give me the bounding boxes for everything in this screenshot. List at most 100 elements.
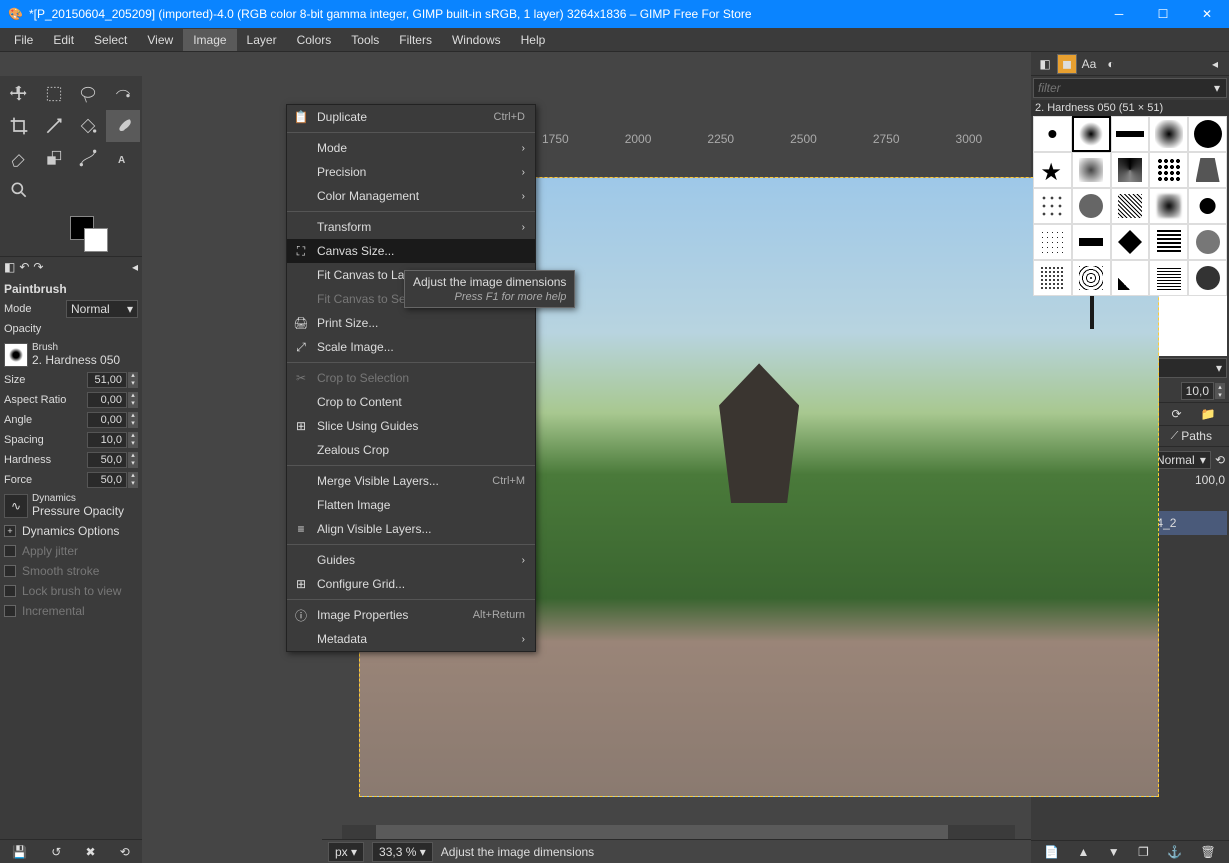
menu-item[interactable]: ⊞Configure Grid... bbox=[287, 572, 535, 596]
brush-item[interactable] bbox=[1033, 224, 1072, 260]
menu-colors[interactable]: Colors bbox=[287, 29, 342, 51]
brush-item[interactable]: ★ bbox=[1033, 152, 1072, 188]
hardness-value[interactable]: 50,0 bbox=[87, 452, 127, 468]
tab-fonts-icon[interactable]: Aa bbox=[1079, 54, 1099, 74]
horizontal-scrollbar[interactable] bbox=[342, 825, 1015, 839]
smooth-checkbox[interactable] bbox=[4, 565, 16, 577]
crop-tool[interactable] bbox=[2, 110, 37, 142]
menu-item[interactable]: Merge Visible Layers...Ctrl+M bbox=[287, 469, 535, 493]
maximize-button[interactable]: ☐ bbox=[1141, 0, 1185, 28]
menu-icon[interactable]: ◂ bbox=[132, 260, 138, 274]
rect-select-tool[interactable] bbox=[37, 78, 72, 110]
lower-layer-icon[interactable]: ▼ bbox=[1108, 845, 1120, 859]
brush-item[interactable] bbox=[1033, 116, 1072, 152]
layer-mode-select[interactable]: Normal▾ bbox=[1151, 451, 1211, 469]
brush-item[interactable] bbox=[1188, 224, 1227, 260]
menu-item[interactable]: Color Management› bbox=[287, 184, 535, 208]
menu-edit[interactable]: Edit bbox=[43, 29, 84, 51]
menu-item[interactable]: ⤢Scale Image... bbox=[287, 335, 535, 359]
tab-paths[interactable]: ⟋Paths bbox=[1165, 426, 1218, 446]
lasso-tool[interactable] bbox=[71, 78, 106, 110]
menu-view[interactable]: View bbox=[137, 29, 183, 51]
menu-item[interactable]: Transform› bbox=[287, 215, 535, 239]
zoom-tool[interactable] bbox=[2, 174, 37, 206]
brush-item[interactable] bbox=[1188, 260, 1227, 296]
minimize-button[interactable]: ─ bbox=[1097, 0, 1141, 28]
move-tool[interactable] bbox=[2, 78, 37, 110]
layer-mode-reset-icon[interactable]: ⟲ bbox=[1215, 453, 1225, 467]
brush-filter[interactable]: ▾ bbox=[1033, 78, 1227, 98]
brush-item[interactable] bbox=[1072, 260, 1111, 296]
brush-thumbnail[interactable] bbox=[4, 343, 28, 367]
menu-item[interactable]: Precision› bbox=[287, 160, 535, 184]
background-color[interactable] bbox=[84, 228, 108, 252]
menu-item[interactable]: 📋DuplicateCtrl+D bbox=[287, 105, 535, 129]
layer-opacity-value[interactable]: 100,0 bbox=[1195, 473, 1225, 487]
right-spacing-value[interactable]: 10,0 bbox=[1181, 382, 1214, 400]
brush-item[interactable] bbox=[1149, 260, 1188, 296]
menu-item[interactable]: ⓘImage PropertiesAlt+Return bbox=[287, 603, 535, 627]
delete-icon[interactable]: ✖ bbox=[86, 845, 96, 859]
menu-item[interactable]: Zealous Crop bbox=[287, 438, 535, 462]
bucket-tool[interactable] bbox=[71, 110, 106, 142]
menu-image[interactable]: Image bbox=[183, 29, 236, 51]
brush-item[interactable] bbox=[1111, 116, 1150, 152]
brush-item[interactable] bbox=[1033, 188, 1072, 224]
undo-icon[interactable]: ↶ bbox=[19, 260, 29, 274]
menu-select[interactable]: Select bbox=[84, 29, 137, 51]
paintbrush-tool[interactable] bbox=[106, 110, 141, 142]
brush-item[interactable] bbox=[1149, 188, 1188, 224]
brush-item[interactable] bbox=[1111, 224, 1150, 260]
brush-item[interactable] bbox=[1072, 224, 1111, 260]
filter-input[interactable] bbox=[1034, 79, 1208, 97]
brush-item[interactable] bbox=[1111, 188, 1150, 224]
zoom-select[interactable]: 33,3 % ▾ bbox=[372, 842, 433, 862]
spacing-value[interactable]: 10,0 bbox=[87, 432, 127, 448]
eraser-tool[interactable] bbox=[2, 142, 37, 174]
menu-item[interactable]: ⊞Slice Using Guides bbox=[287, 414, 535, 438]
brush-item[interactable] bbox=[1072, 188, 1111, 224]
brush-item[interactable] bbox=[1149, 224, 1188, 260]
incremental-checkbox[interactable] bbox=[4, 605, 16, 617]
menu-item[interactable]: Crop to Content bbox=[287, 390, 535, 414]
angle-value[interactable]: 0,00 bbox=[87, 412, 127, 428]
refresh-brush-icon[interactable]: ⟳ bbox=[1171, 407, 1181, 421]
force-value[interactable]: 50,0 bbox=[87, 472, 127, 488]
menu-item[interactable]: Mode› bbox=[287, 136, 535, 160]
close-button[interactable]: ✕ bbox=[1185, 0, 1229, 28]
menu-layer[interactable]: Layer bbox=[237, 29, 287, 51]
raise-layer-icon[interactable]: ▲ bbox=[1078, 845, 1090, 859]
menu-item[interactable]: Flatten Image bbox=[287, 493, 535, 517]
brush-item[interactable] bbox=[1033, 260, 1072, 296]
transform-tool[interactable] bbox=[37, 110, 72, 142]
menu-item[interactable]: Metadata› bbox=[287, 627, 535, 651]
size-value[interactable]: 51,00 bbox=[87, 372, 127, 388]
menu-item[interactable]: ≡Align Visible Layers... bbox=[287, 517, 535, 541]
brush-item[interactable] bbox=[1072, 152, 1111, 188]
options-icon[interactable]: ◧ bbox=[4, 260, 15, 274]
reset-icon[interactable]: ⟲ bbox=[120, 845, 130, 859]
redo-icon[interactable]: ↷ bbox=[33, 260, 43, 274]
color-swatch[interactable] bbox=[0, 208, 142, 256]
save-icon[interactable]: 💾 bbox=[12, 845, 27, 859]
menu-file[interactable]: File bbox=[4, 29, 43, 51]
brush-item[interactable] bbox=[1188, 152, 1227, 188]
brush-select[interactable]: 2. Hardness 050 bbox=[32, 353, 138, 367]
menu-item[interactable]: 🖨Print Size... bbox=[287, 311, 535, 335]
brush-item[interactable] bbox=[1111, 152, 1150, 188]
text-tool[interactable]: A bbox=[106, 142, 141, 174]
menu-filters[interactable]: Filters bbox=[389, 29, 442, 51]
brush-item[interactable] bbox=[1072, 116, 1111, 152]
unit-select[interactable]: px ▾ bbox=[328, 842, 364, 862]
brush-item[interactable] bbox=[1149, 152, 1188, 188]
expand-dynamics[interactable]: + bbox=[4, 525, 16, 537]
dynamics-select[interactable]: Pressure Opacity bbox=[32, 504, 138, 518]
menu-item[interactable]: ⛶Canvas Size... bbox=[287, 239, 535, 263]
dynamics-icon[interactable]: ∿ bbox=[4, 494, 28, 518]
anchor-layer-icon[interactable]: ⚓ bbox=[1167, 845, 1182, 859]
aspect-value[interactable]: 0,00 bbox=[87, 392, 127, 408]
delete-layer-icon[interactable]: 🗑 bbox=[1201, 845, 1216, 859]
new-layer-icon[interactable]: 📄 bbox=[1044, 845, 1059, 859]
lock-brush-checkbox[interactable] bbox=[4, 585, 16, 597]
menu-tools[interactable]: Tools bbox=[341, 29, 389, 51]
